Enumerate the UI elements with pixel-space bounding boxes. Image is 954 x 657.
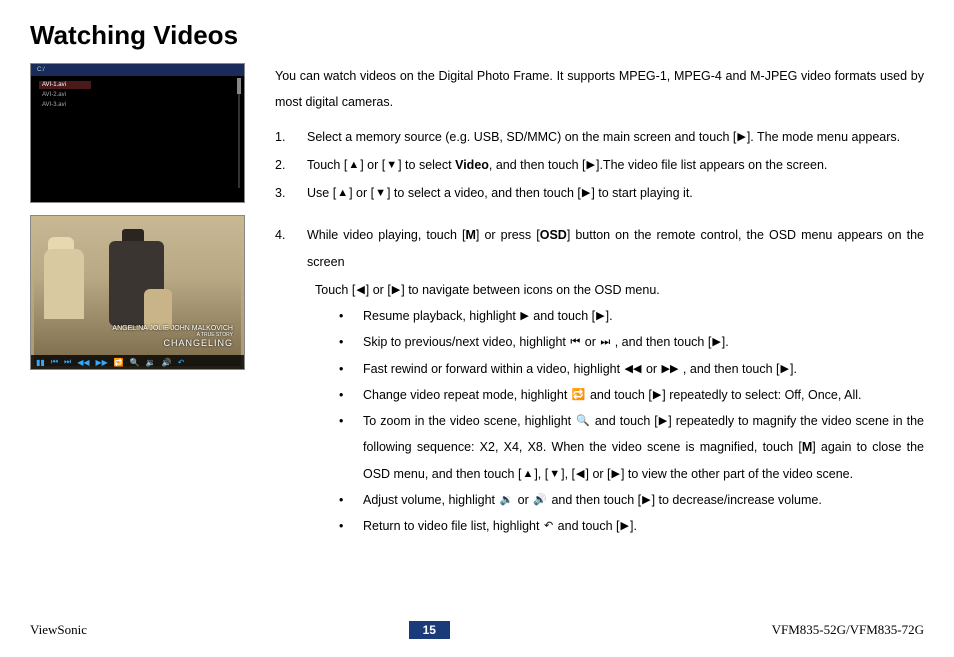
bullet-zoom: •To zoom in the video scene, highlight 🔍… [339,408,924,487]
play-icon: ▶ [712,331,720,354]
zoom-icon: 🔍 [130,358,140,367]
rewind-icon: ◀◀ [625,358,642,381]
drive-label: C:/ [37,67,45,73]
play-icon: ▶ [781,358,789,381]
voldown-icon: 🔉 [146,358,156,367]
play-icon: ▶ [621,515,629,538]
page-title: Watching Videos [30,20,924,51]
play-icon: ▶ [596,305,604,328]
right-icon: ▶ [392,279,400,302]
down-icon: ▼ [549,463,560,486]
zoom-icon: 🔍 [576,410,590,433]
bullet-repeat: •Change video repeat mode, highlight 🔁 a… [339,382,924,408]
right-column: You can watch videos on the Digital Phot… [275,63,924,539]
scrollbar-track [238,78,240,188]
play-icon: ▶ [587,154,595,177]
prev-icon: ⏮ [570,331,580,354]
play-icon: ▶ [653,384,661,407]
rewind-icon: ◀◀ [77,358,89,367]
next-icon: ⏭ [64,357,71,367]
step-2: 2. Touch [▲] or [▼] to select Video, and… [275,152,924,178]
voldown-icon: 🔉 [500,489,514,512]
intro-text: You can watch videos on the Digital Phot… [275,63,924,116]
play-icon: ▶ [642,489,650,512]
step-3: 3. Use [▲] or [▼] to select a video, and… [275,180,924,206]
up-icon: ▲ [522,463,533,486]
bullet-resume: •Resume playback, highlight ▶ and touch … [339,303,924,329]
play-icon: ▶ [737,126,745,149]
down-icon: ▼ [375,182,386,205]
down-icon: ▼ [386,154,397,177]
file-list-header: C:/ [31,64,244,76]
forward-icon: ▶▶ [662,358,679,381]
left-icon: ◀ [356,279,364,302]
bullet-skip: •Skip to previous/next video, highlight … [339,329,924,355]
file-item: AVI-2.avi [39,91,91,99]
play-icon: ▶ [659,410,667,433]
playback-bar: ▮▮ ⏮ ⏭ ◀◀ ▶▶ 🔁 🔍 🔉 🔊 ↶ [31,355,244,369]
content-row: C:/ AVI-1.avi AVI-2.avi AVI-3.avi ANGELI… [30,63,924,539]
return-icon: ↶ [178,358,185,367]
right-icon: ▶ [612,463,620,486]
up-icon: ▲ [348,154,359,177]
repeat-icon: 🔁 [572,384,586,407]
next-icon: ⏭ [600,331,610,354]
repeat-icon: 🔁 [114,358,124,367]
file-item: AVI-3.avi [39,101,91,109]
footer: ViewSonic 15 VFM835-52G/VFM835-72G [30,621,924,639]
play-icon: ▶ [582,182,590,205]
volup-icon: 🔊 [533,489,547,512]
step-4-list: 4. While video playing, touch [M] or pre… [275,222,924,275]
file-item: AVI-1.avi [39,81,91,89]
osd-bullets: •Resume playback, highlight ▶ and touch … [275,303,924,539]
volup-icon: 🔊 [162,358,172,367]
model-label: VFM835-52G/VFM835-72G [772,622,924,638]
step-4: 4. While video playing, touch [M] or pre… [275,222,924,275]
left-column: C:/ AVI-1.avi AVI-2.avi AVI-3.avi ANGELI… [30,63,260,539]
forward-icon: ▶▶ [96,358,108,367]
page-number: 15 [409,621,450,639]
bullet-fast: •Fast rewind or forward within a video, … [339,356,924,382]
step-1: 1. Select a memory source (e.g. USB, SD/… [275,124,924,150]
steps-list: 1. Select a memory source (e.g. USB, SD/… [275,124,924,207]
movie-caption: ANGELINA JOLIE JOHN MALKOVICH A TRUE STO… [112,325,233,348]
up-icon: ▲ [337,182,348,205]
play-icon: ▶ [520,305,528,328]
movie-thumbnail: ANGELINA JOLIE JOHN MALKOVICH A TRUE STO… [30,215,245,370]
left-icon: ◀ [576,463,584,486]
file-list-body: AVI-1.avi AVI-2.avi AVI-3.avi [31,76,244,114]
bullet-volume: •Adjust volume, highlight 🔉 or 🔊 and the… [339,487,924,513]
file-list-thumbnail: C:/ AVI-1.avi AVI-2.avi AVI-3.avi [30,63,245,203]
scrollbar-thumb [237,78,241,94]
bullet-return: •Return to video file list, highlight ↶ … [339,513,924,539]
prev-icon: ⏮ [51,357,58,367]
brand-label: ViewSonic [30,622,87,638]
return-icon: ↶ [544,515,553,538]
osd-nav-line: Touch [◀] or [▶] to navigate between ico… [275,277,924,303]
pause-icon: ▮▮ [36,358,45,367]
